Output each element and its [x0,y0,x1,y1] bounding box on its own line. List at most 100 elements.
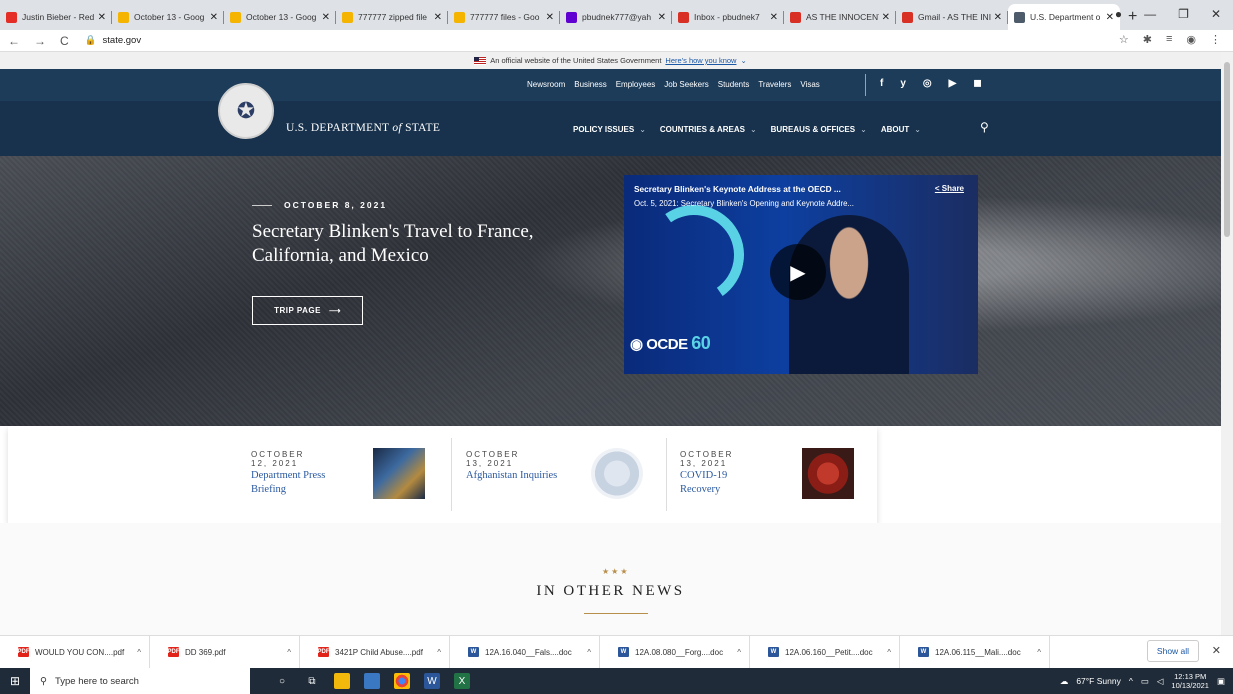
browser-tab[interactable]: AS THE INNOCENT ✕ [784,4,896,30]
utility-link[interactable]: Travelers [758,80,791,89]
taskbar-search-input[interactable]: ⚲ Type here to search [30,668,250,694]
clock[interactable]: 12:13 PM 10/13/2021 [1171,672,1209,690]
twitter-icon[interactable]: y [900,78,906,89]
utility-link[interactable]: Visas [800,80,819,89]
browser-tab[interactable]: October 13 - Goog ✕ [112,4,224,30]
main-menu-item[interactable]: POLICY ISSUES ⌄ [573,125,646,134]
youtube-icon[interactable]: ▶ [949,78,957,89]
department-seal-logo[interactable]: ✪ [218,83,274,139]
maximize-button[interactable]: ❐ [1178,7,1189,21]
browser-tab[interactable]: Inbox - pbudnek7 ✕ [672,4,784,30]
covid-virus-thumbnail[interactable] [802,448,854,499]
chevron-up-icon[interactable]: ^ [737,648,741,657]
card-link[interactable]: Department Press Briefing [251,469,341,497]
close-download-bar-icon[interactable]: ✕ [1212,644,1221,657]
forward-icon[interactable]: → [34,34,46,48]
close-tab-icon[interactable]: ✕ [994,12,1002,23]
hero-title[interactable]: Secretary Blinken's Travel to France, Ca… [252,220,552,268]
main-menu-item[interactable]: BUREAUS & OFFICES ⌄ [771,125,867,134]
chevron-down-icon[interactable]: ⌄ [740,56,746,65]
weather-text[interactable]: 67°F Sunny [1076,676,1121,686]
close-tab-icon[interactable]: ✕ [434,12,442,23]
utility-link[interactable]: Students [718,80,750,89]
download-item[interactable]: W 12A.08.080__Forg....doc ^ [600,635,750,669]
windows-start-icon[interactable]: ⊞ [0,668,30,694]
chevron-up-icon[interactable]: ^ [587,648,591,657]
utility-link[interactable]: Job Seekers [664,80,708,89]
volume-icon[interactable]: ◁ [1157,676,1164,687]
close-tab-icon[interactable]: ✕ [322,12,330,23]
profile-icon[interactable]: ● [1115,7,1122,21]
reload-icon[interactable]: C [60,34,69,48]
utility-link[interactable]: Newsroom [527,80,565,89]
cortana-icon[interactable]: ○ [274,673,290,689]
search-icon[interactable]: ⚲ [980,120,989,134]
calculator-icon[interactable] [364,673,380,689]
page-scrollbar[interactable] [1221,52,1233,635]
download-item[interactable]: PDF WOULD YOU CON....pdf ^ [0,635,150,669]
close-tab-icon[interactable]: ✕ [546,12,554,23]
tray-chevron-icon[interactable]: ^ [1129,676,1133,686]
weather-icon[interactable]: ☁ [1060,676,1069,687]
browser-tab[interactable]: pbudnek777@yah ✕ [560,4,672,30]
browser-tab[interactable]: U.S. Department o ✕ [1008,4,1120,30]
heres-how-you-know-link[interactable]: Here's how you know [665,56,736,65]
card-link[interactable]: COVID-19 Recovery [680,469,770,497]
close-tab-icon[interactable]: ✕ [98,12,106,23]
press-briefing-thumbnail[interactable] [373,448,425,499]
bookmark-star-icon[interactable]: ☆ [1119,33,1129,46]
browser-tab[interactable]: Gmail - AS THE INI ✕ [896,4,1008,30]
chevron-up-icon[interactable]: ^ [287,648,291,657]
url-field[interactable]: 🔒 state.gov [85,35,141,46]
state-seal-thumbnail[interactable] [591,448,643,499]
video-title[interactable]: Secretary Blinken's Keynote Address at t… [634,184,904,194]
facebook-icon[interactable]: f [880,78,883,89]
flickr-icon[interactable]: ◼ [973,78,981,89]
excel-icon[interactable]: X [454,673,470,689]
download-item[interactable]: W 12A.06.160__Petit....doc ^ [750,635,900,669]
utility-link[interactable]: Employees [616,80,656,89]
close-tab-icon[interactable]: ✕ [658,12,666,23]
utility-link[interactable]: Business [574,80,606,89]
download-item[interactable]: PDF 3421P Child Abuse....pdf ^ [300,635,450,669]
browser-menu-icon[interactable]: ⋮ [1210,33,1221,46]
close-tab-icon[interactable]: ✕ [882,12,890,23]
share-button[interactable]: < Share [935,184,964,193]
chevron-up-icon[interactable]: ^ [137,648,141,657]
video-player[interactable]: Secretary Blinken's Keynote Address at t… [624,175,978,374]
reading-list-icon[interactable]: ≡ [1166,33,1172,46]
file-explorer-icon[interactable] [334,673,350,689]
close-tab-icon[interactable]: ✕ [770,12,778,23]
main-menu-item[interactable]: ABOUT ⌄ [881,125,921,134]
avatar[interactable]: ◉ [1186,33,1196,46]
close-window-button[interactable]: ✕ [1211,7,1221,21]
chevron-up-icon[interactable]: ^ [437,648,441,657]
chevron-up-icon[interactable]: ^ [1037,648,1041,657]
download-item[interactable]: W 12A.06.115__Mali....doc ^ [900,635,1050,669]
scrollbar-thumb[interactable] [1224,62,1230,237]
instagram-icon[interactable]: ◎ [923,78,932,89]
task-view-icon[interactable]: ⧉ [304,673,320,689]
chrome-icon[interactable] [394,673,410,689]
trip-page-button[interactable]: TRIP PAGE ⟶ [252,296,363,325]
browser-tab[interactable]: October 13 - Goog ✕ [224,4,336,30]
extensions-icon[interactable]: ✱ [1143,33,1152,46]
close-tab-icon[interactable]: ✕ [210,12,218,23]
word-icon[interactable]: W [424,673,440,689]
show-all-button[interactable]: Show all [1147,640,1199,662]
chevron-up-icon[interactable]: ^ [887,648,891,657]
minimize-button[interactable]: — [1144,7,1156,21]
download-item[interactable]: W 12A.16.040__Fals....doc ^ [450,635,600,669]
site-title[interactable]: U.S. DEPARTMENT of STATE [286,122,440,134]
main-menu-item[interactable]: COUNTRIES & AREAS ⌄ [660,125,757,134]
download-item[interactable]: PDF DD 369.pdf ^ [150,635,300,669]
close-tab-icon[interactable]: ✕ [1106,12,1114,23]
browser-tab[interactable]: Justin Bieber - Red ✕ [0,4,112,30]
card-link[interactable]: Afghanistan Inquiries [466,469,576,483]
browser-tab[interactable]: 777777 files - Goo ✕ [448,4,560,30]
network-icon[interactable]: ▭ [1141,676,1149,687]
browser-tab[interactable]: 777777 zipped file ✕ [336,4,448,30]
back-icon[interactable]: ← [8,34,20,48]
play-button[interactable]: ▶ [770,244,826,300]
notifications-icon[interactable]: ▣ [1217,676,1225,687]
